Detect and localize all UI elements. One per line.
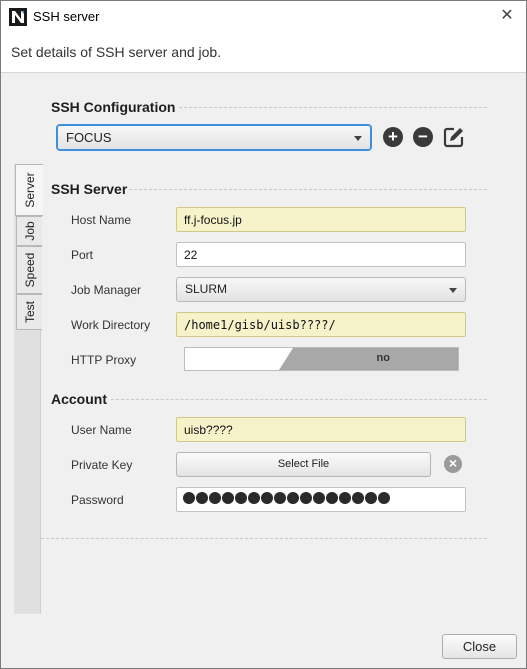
http-proxy-toggle[interactable]: no <box>184 347 459 371</box>
password-dot <box>196 492 208 504</box>
password-dot <box>300 492 312 504</box>
tab-job[interactable]: Job <box>16 216 42 246</box>
password-dot <box>183 492 195 504</box>
ssh-server-dialog: SSH server ✕ Set details of SSH server a… <box>0 0 527 669</box>
port-field[interactable]: 22 <box>176 242 466 267</box>
password-label: Password <box>71 493 124 507</box>
app-logo-icon <box>9 8 27 26</box>
password-dot <box>378 492 390 504</box>
password-field[interactable] <box>176 487 466 512</box>
job-manager-value: SLURM <box>185 282 228 296</box>
ssh-server-title: SSH Server <box>51 181 128 197</box>
title-bar: SSH server ✕ <box>1 1 526 32</box>
ssh-configuration-title: SSH Configuration <box>51 99 176 115</box>
tab-speed[interactable]: Speed <box>16 246 42 294</box>
http-proxy-value: no <box>376 352 390 364</box>
work-directory-field[interactable]: /home1/gisb/uisb????/ <box>176 312 466 337</box>
password-dot <box>352 492 364 504</box>
job-manager-label: Job Manager <box>71 283 142 297</box>
password-dot <box>222 492 234 504</box>
section-divider <box>129 189 487 190</box>
ssh-configuration-value: FOCUS <box>66 130 112 145</box>
chevron-down-icon <box>449 288 457 293</box>
work-directory-label: Work Directory <box>71 318 151 332</box>
private-key-label: Private Key <box>71 458 133 472</box>
add-icon[interactable]: + <box>383 127 403 147</box>
window-title: SSH server <box>33 9 100 24</box>
panel-bottom-divider <box>41 538 487 539</box>
section-divider <box>111 399 487 400</box>
host-name-label: Host Name <box>71 213 132 227</box>
user-name-label: User Name <box>71 423 132 437</box>
remove-icon[interactable]: − <box>413 127 433 147</box>
tab-test[interactable]: Test <box>16 294 42 330</box>
tab-server[interactable]: Server <box>15 164 43 216</box>
password-dot <box>261 492 273 504</box>
header-description: Set details of SSH server and job. <box>11 44 222 60</box>
vertical-tab-bar: Server Job Speed Test <box>14 164 43 614</box>
password-dot <box>365 492 377 504</box>
dialog-header: Set details of SSH server and job. <box>1 32 526 73</box>
select-file-button[interactable]: Select File <box>176 452 431 477</box>
password-dot <box>287 492 299 504</box>
tab-test-label: Test <box>22 300 37 324</box>
close-button[interactable]: Close <box>442 634 517 659</box>
http-proxy-label: HTTP Proxy <box>71 353 137 367</box>
toggle-off-segment <box>279 348 458 370</box>
password-dot <box>248 492 260 504</box>
password-mask <box>183 492 390 504</box>
account-title: Account <box>51 391 107 407</box>
password-dot <box>209 492 221 504</box>
close-window-icon[interactable]: ✕ <box>498 7 516 25</box>
password-dot <box>313 492 325 504</box>
ssh-configuration-select[interactable]: FOCUS <box>57 125 371 150</box>
password-dot <box>235 492 247 504</box>
tab-server-label: Server <box>22 172 37 208</box>
tab-speed-label: Speed <box>22 252 37 288</box>
section-divider <box>179 107 487 108</box>
password-dot <box>274 492 286 504</box>
edit-icon[interactable] <box>443 126 465 148</box>
host-name-field[interactable]: ff.j-focus.jp <box>176 207 466 232</box>
clear-icon[interactable]: × <box>444 455 462 473</box>
port-label: Port <box>71 248 94 262</box>
password-dot <box>326 492 338 504</box>
user-name-field[interactable]: uisb???? <box>176 417 466 442</box>
password-dot <box>339 492 351 504</box>
job-manager-select[interactable]: SLURM <box>176 277 466 302</box>
chevron-down-icon <box>354 136 362 141</box>
tab-job-label: Job <box>22 221 37 241</box>
